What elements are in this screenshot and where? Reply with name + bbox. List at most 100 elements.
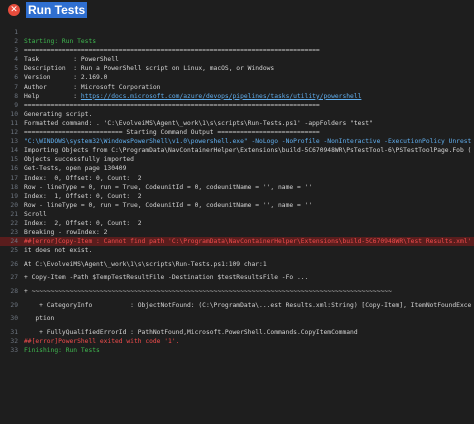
line-number: 24 bbox=[10, 238, 18, 246]
error-circle-icon: ✕ bbox=[8, 4, 20, 16]
log-text: Finishing: Run Tests bbox=[24, 347, 100, 354]
log-text: Starting: Run Tests bbox=[24, 38, 97, 46]
line-number: 19 bbox=[10, 192, 18, 200]
log-text: At C:\EvolveiMS\Agent\_work\1\s\scripts\… bbox=[24, 260, 267, 268]
log-line: 23 Breaking - rowIndex: 2 bbox=[0, 228, 474, 237]
log-text: Objects successfully imported bbox=[24, 156, 134, 164]
log-line: 28 + ~~~~~~~~~~~~~~~~~~~~~~~~~~~~~~~~~~~~… bbox=[0, 287, 474, 296]
line-number: 6 bbox=[14, 74, 18, 82]
log-line: 1 bbox=[0, 28, 474, 37]
log-text: ========================================… bbox=[24, 47, 320, 55]
log-text: it does not exist. bbox=[24, 247, 93, 255]
line-number: 9 bbox=[14, 101, 18, 109]
log-text: Version : 2.169.0 bbox=[24, 74, 108, 82]
log-line: 6 Version : 2.169.0 bbox=[0, 73, 474, 82]
log-line: 14 Importing Objects from C:\ProgramData\… bbox=[0, 146, 474, 155]
line-number: 26 bbox=[10, 260, 18, 268]
line-number: 16 bbox=[10, 165, 18, 173]
log-text: ##[error]PowerShell exited with code '1'… bbox=[24, 337, 180, 345]
line-number: 12 bbox=[10, 129, 18, 137]
log-text: + FullyQualifiedErrorId : PathNotFound,M… bbox=[24, 328, 358, 336]
line-number: 7 bbox=[14, 83, 18, 91]
log-line: 27 + Copy-Item -Path $TempTestResultFile … bbox=[0, 273, 474, 282]
log-line: 11 Formatted command: . 'C:\EvolveiMS\Age… bbox=[0, 119, 474, 128]
log-text: ption bbox=[24, 315, 55, 323]
line-number: 21 bbox=[10, 210, 18, 218]
line-number: 8 bbox=[14, 92, 18, 100]
log-text: ========================== Starting Comm… bbox=[24, 129, 320, 137]
line-number: 23 bbox=[10, 229, 18, 237]
log-line: 12 ========================== Starting Co… bbox=[0, 128, 474, 137]
log-text: Index: 1, Offset: 0, Count: 2 bbox=[24, 192, 142, 200]
log-line: 29 + CategoryInfo : ObjectNotFound: (C:\… bbox=[0, 301, 474, 310]
log-text: Row - lineType = 0, run = True, Codeunit… bbox=[24, 201, 313, 209]
line-number: 29 bbox=[10, 301, 18, 309]
line-number: 28 bbox=[10, 288, 18, 296]
log-text: + Copy-Item -Path $TempTestResultFile -D… bbox=[24, 274, 309, 282]
line-number: 32 bbox=[10, 337, 18, 345]
line-number: 17 bbox=[10, 174, 18, 182]
log-line: 30 ption bbox=[0, 314, 474, 323]
log-line: 18 Row - lineType = 0, run = True, Codeun… bbox=[0, 183, 474, 192]
log-line: 5 Description : Run a PowerShell script o… bbox=[0, 64, 474, 73]
line-number: 5 bbox=[14, 65, 18, 73]
log-line: 9 =======================================… bbox=[0, 101, 474, 110]
log-text: Description : Run a PowerShell script on… bbox=[24, 65, 275, 73]
help-link[interactable]: https://docs.microsoft.com/azure/devops/… bbox=[81, 93, 362, 100]
log-line: 2 Starting: Run Tests bbox=[0, 37, 474, 46]
log-text: ##[error]Copy-Item : Cannot find path 'C… bbox=[24, 238, 472, 246]
log-line: 17 Index: 0, Offset: 0, Count: 2 bbox=[0, 174, 474, 183]
log-text: Row - lineType = 0, run = True, Codeunit… bbox=[24, 183, 313, 191]
log-text: Breaking - rowIndex: 2 bbox=[24, 229, 108, 237]
log-text: Formatted command: . 'C:\EvolveiMS\Agent… bbox=[24, 119, 373, 127]
log-line: 33 Finishing: Run Tests bbox=[0, 346, 474, 355]
log-line: 7 Author : Microsoft Corporation bbox=[0, 83, 474, 92]
log-line: 10 Generating script. bbox=[0, 110, 474, 119]
line-number: 20 bbox=[10, 201, 18, 209]
line-number: 18 bbox=[10, 183, 18, 191]
line-number: 33 bbox=[10, 347, 18, 354]
log-text: Get-Tests, open page 130409 bbox=[24, 165, 127, 173]
log-text: ========================================… bbox=[24, 101, 320, 109]
log-text: Author : Microsoft Corporation bbox=[24, 83, 161, 91]
log-line: 16 Get-Tests, open page 130409 bbox=[0, 164, 474, 173]
log-text: + ~~~~~~~~~~~~~~~~~~~~~~~~~~~~~~~~~~~~~~… bbox=[24, 288, 392, 296]
log-text: Index: 2, Offset: 0, Count: 2 bbox=[24, 219, 142, 227]
log-text: Importing Objects from C:\ProgramData\Na… bbox=[24, 147, 472, 155]
line-number: 4 bbox=[14, 56, 18, 64]
log-line: 20 Row - lineType = 0, run = True, Codeun… bbox=[0, 201, 474, 210]
line-number: 3 bbox=[14, 47, 18, 55]
log-text: Scroll bbox=[24, 210, 47, 218]
line-number: 15 bbox=[10, 156, 18, 164]
log-line: 19 Index: 1, Offset: 0, Count: 2 bbox=[0, 192, 474, 201]
log-line: 22 Index: 2, Offset: 0, Count: 2 bbox=[0, 219, 474, 228]
line-number: 30 bbox=[10, 315, 18, 323]
log-line: 32 ##[error]PowerShell exited with code '… bbox=[0, 337, 474, 346]
log-line: 26 At C:\EvolveiMS\Agent\_work\1\s\script… bbox=[0, 260, 474, 269]
log-line: 4 Task : PowerShell bbox=[0, 55, 474, 64]
log-text: Index: 0, Offset: 0, Count: 2 bbox=[24, 174, 142, 182]
log-text: + CategoryInfo : ObjectNotFound: (C:\Pro… bbox=[24, 301, 472, 309]
log-header: ✕ Run Tests bbox=[0, 0, 474, 22]
log-line: 31 + FullyQualifiedErrorId : PathNotFoun… bbox=[0, 328, 474, 337]
line-number: 27 bbox=[10, 274, 18, 282]
log-line: 3 =======================================… bbox=[0, 46, 474, 55]
log-line: 8 Help : https://docs.microsoft.com/azure… bbox=[0, 92, 474, 101]
line-number: 31 bbox=[10, 328, 18, 336]
log-text: Task : PowerShell bbox=[24, 56, 119, 64]
log-text: "C:\WINDOWS\system32\WindowsPowerShell\v… bbox=[24, 138, 472, 146]
log-text: Help : https://docs.microsoft.com/azure/… bbox=[24, 92, 362, 100]
log-line: 21 Scroll bbox=[0, 210, 474, 219]
line-number: 22 bbox=[10, 219, 18, 227]
line-number: 10 bbox=[10, 110, 18, 118]
log-line: 25 it does not exist. bbox=[0, 246, 474, 255]
line-number: 25 bbox=[10, 247, 18, 255]
log-line: 15 Objects successfully imported bbox=[0, 155, 474, 164]
line-number: 11 bbox=[10, 119, 18, 127]
log-text: Generating script. bbox=[24, 110, 93, 118]
log-line: 13 "C:\WINDOWS\system32\WindowsPowerShell… bbox=[0, 137, 474, 146]
line-number: 2 bbox=[14, 38, 18, 46]
console-log[interactable]: 1 2 Starting: Run Tests 3 ==================… bbox=[0, 28, 474, 424]
line-number: 13 bbox=[10, 138, 18, 146]
log-line: 24 ##[error]Copy-Item : Cannot find path … bbox=[0, 237, 474, 247]
